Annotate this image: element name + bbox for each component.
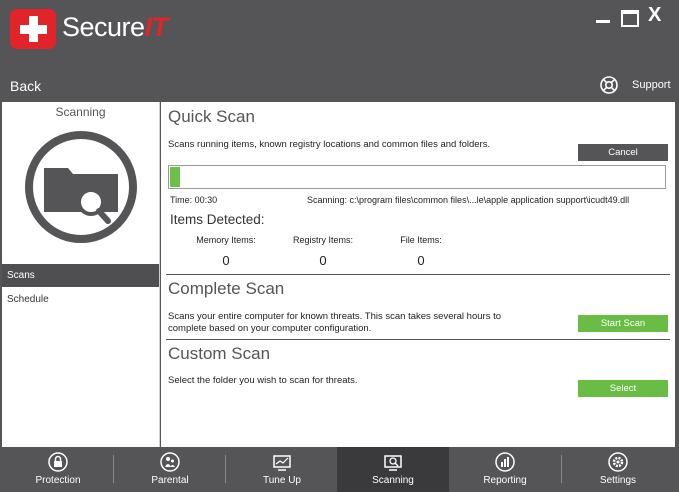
- tab-tune-up[interactable]: Tune Up: [226, 447, 338, 492]
- minimize-button[interactable]: [596, 20, 610, 23]
- complete-scan-description-line2: complete based on your computer configur…: [168, 323, 372, 334]
- tab-label: Scanning: [372, 475, 414, 486]
- back-button[interactable]: Back: [10, 78, 41, 94]
- quick-scan-title: Quick Scan: [168, 107, 255, 126]
- scan-current-file: Scanning: c:\program files\common files\…: [307, 195, 630, 205]
- scan-progress-bar: [168, 165, 666, 189]
- gear-icon: [608, 452, 628, 472]
- support-link[interactable]: Support: [632, 79, 671, 91]
- tab-scanning[interactable]: Scanning: [337, 447, 449, 492]
- registry-items-label: Registry Items:: [292, 235, 353, 245]
- items-detected-title: Items Detected:: [170, 212, 265, 227]
- sidebar-item-scans[interactable]: Scans: [2, 264, 159, 287]
- tab-label: Parental: [151, 475, 189, 486]
- section-divider: [166, 339, 670, 340]
- start-scan-button[interactable]: Start Scan: [578, 315, 668, 332]
- brand-name: SecureIT: [62, 12, 168, 42]
- lock-icon: [48, 452, 68, 472]
- file-items-label: File Items:: [400, 235, 442, 245]
- nav-row: Back Support: [0, 70, 679, 102]
- scan-progress-fill: [170, 167, 180, 187]
- custom-scan-description: Select the folder you wish to scan for t…: [168, 375, 358, 386]
- file-items-count: 0: [417, 253, 425, 268]
- app-window: SecureIT X Back Support Scanning Scans S…: [0, 0, 679, 492]
- sidebar: Scanning Scans Schedule: [2, 102, 160, 447]
- folder-search-icon: [25, 131, 137, 243]
- tab-label: Protection: [35, 475, 81, 486]
- tab-reporting[interactable]: Reporting: [449, 447, 561, 492]
- support-icon[interactable]: [600, 76, 618, 94]
- custom-scan-title: Custom Scan: [168, 344, 271, 363]
- cancel-button[interactable]: Cancel: [578, 144, 668, 161]
- complete-scan-title: Complete Scan: [168, 279, 285, 298]
- memory-items-count: 0: [222, 253, 230, 268]
- registry-items-count: 0: [319, 253, 327, 268]
- bottom-tab-bar: Protection Parental Tune Up Scanning Rep…: [0, 447, 679, 492]
- close-button[interactable]: X: [648, 4, 661, 27]
- tab-label: Settings: [599, 475, 637, 486]
- section-divider: [166, 274, 670, 275]
- main-content: Quick Scan Scans running items, known re…: [161, 102, 675, 447]
- sidebar-item-schedule[interactable]: Schedule: [2, 288, 159, 311]
- monitor-icon: [273, 455, 291, 471]
- tab-protection[interactable]: Protection: [2, 447, 114, 492]
- tab-label: Reporting: [483, 475, 527, 486]
- sidebar-title: Scanning: [55, 105, 106, 119]
- complete-scan-description-line1: Scans your entire computer for known thr…: [168, 311, 502, 322]
- title-bar: SecureIT X: [0, 0, 679, 70]
- select-folder-button[interactable]: Select: [578, 380, 668, 397]
- parents-icon: [160, 452, 180, 472]
- maximize-button[interactable]: [621, 10, 639, 27]
- scan-time: Time: 00:30: [170, 195, 218, 205]
- tab-label: Tune Up: [263, 475, 301, 486]
- memory-items-label: Memory Items:: [196, 235, 256, 245]
- tab-parental[interactable]: Parental: [114, 447, 226, 492]
- brand-logo-icon: [10, 9, 56, 49]
- report-icon: [495, 452, 515, 472]
- tab-settings[interactable]: Settings: [562, 447, 674, 492]
- scan-icon: [384, 455, 402, 471]
- quick-scan-description: Scans running items, known registry loca…: [168, 139, 491, 150]
